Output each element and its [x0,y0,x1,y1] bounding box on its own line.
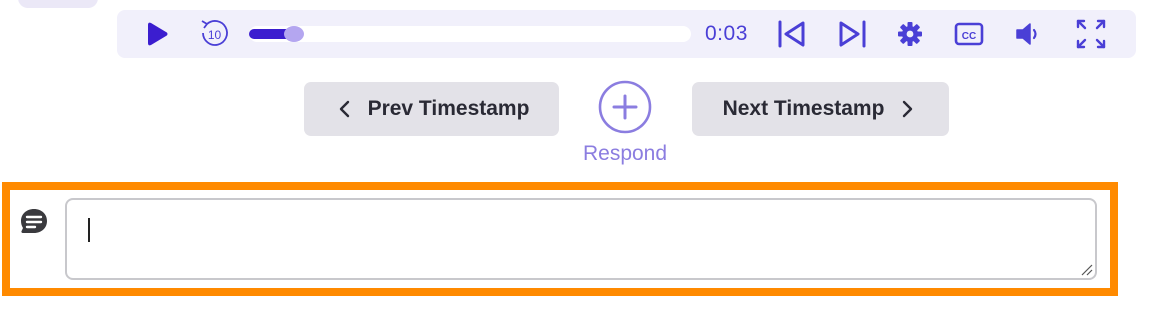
respond-button[interactable]: Respond [572,80,678,170]
previous-marker-icon [778,20,805,48]
prev-timestamp-label: Prev Timestamp [367,97,530,120]
next-timestamp-label: Next Timestamp [722,97,885,120]
next-marker-button[interactable] [832,10,872,58]
progress-slider[interactable] [249,26,691,42]
chevron-right-icon [898,99,918,119]
next-marker-icon [839,20,866,48]
rewind-10-button[interactable]: 10 [197,10,231,58]
rewind-seconds-label: 10 [208,28,222,42]
comment-icon [21,209,47,233]
page: 10 0:03 CC Prev Timestamp Respond Next T… [0,0,1150,310]
current-time: 0:03 [705,22,748,45]
top-tab[interactable] [18,0,98,8]
video-player-bar: 10 0:03 CC [117,10,1136,58]
gear-icon [898,22,922,46]
volume-icon [1016,23,1037,45]
previous-marker-button[interactable] [772,10,812,58]
progress-knob[interactable] [284,26,304,42]
volume-button[interactable] [1011,10,1047,58]
play-icon [148,22,168,46]
cc-label: CC [962,31,976,42]
prev-timestamp-button[interactable]: Prev Timestamp [304,82,559,136]
comment-textarea[interactable] [65,198,1097,280]
rewind-10-icon: 10 [201,20,228,46]
text-caret [88,218,90,242]
closed-captions-icon: CC [954,22,984,46]
closed-captions-button[interactable]: CC [951,10,987,58]
next-timestamp-button[interactable]: Next Timestamp [692,82,949,136]
play-button[interactable] [143,10,173,58]
fullscreen-icon [1076,19,1106,49]
fullscreen-button[interactable] [1071,10,1111,58]
respond-label: Respond [582,142,668,165]
settings-button[interactable] [892,10,928,58]
plus-circle-icon [598,80,652,134]
resize-handle-icon[interactable] [1079,262,1093,276]
chevron-left-icon [334,99,354,119]
